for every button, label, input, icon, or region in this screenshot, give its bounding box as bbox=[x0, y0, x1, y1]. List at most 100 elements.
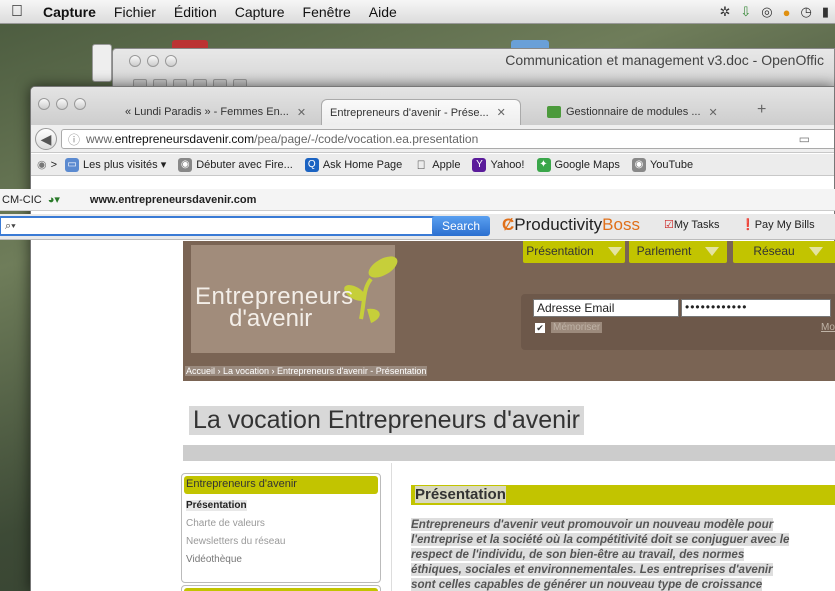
chevron-down-icon bbox=[607, 246, 622, 256]
section-body: Entrepreneurs d'avenir veut promouvoir u… bbox=[411, 517, 835, 591]
maps-icon: ✦ bbox=[536, 157, 551, 172]
pay-bills-button[interactable]: ❗Pay My Bills bbox=[741, 218, 815, 231]
remember-checkbox[interactable]: ✔ Mémoriser bbox=[535, 322, 603, 333]
nav-reseau[interactable]: Réseau bbox=[733, 241, 835, 263]
email-field[interactable]: Adresse Email bbox=[533, 299, 679, 317]
globe-icon: ◉ bbox=[631, 157, 646, 172]
search-toolbar: ⌕▾ Search ȻProductivityBoss ☑My Tasks ❗P… bbox=[0, 214, 835, 240]
breadcrumb-bar: Accueil › La vocation › Entrepreneurs d'… bbox=[183, 363, 835, 381]
tab-label: « Lundi Paradis » - Femmes En... bbox=[125, 106, 289, 118]
side-item-videotheque[interactable]: Vidéothèque bbox=[186, 554, 242, 565]
close-tab-icon[interactable]: ✕ bbox=[709, 106, 718, 119]
bookmark-ask[interactable]: Q Ask Home Page bbox=[304, 157, 403, 172]
site-info-icon[interactable]: ⓘ bbox=[68, 131, 80, 148]
section-heading-text: Présentation bbox=[415, 486, 506, 503]
menu-edition[interactable]: Édition bbox=[165, 4, 226, 20]
close-icon[interactable] bbox=[38, 98, 50, 110]
tray-app-icon[interactable]: ✲ bbox=[719, 4, 730, 20]
desktop-doc-icon[interactable] bbox=[92, 44, 112, 82]
tab-femmes-entrepreneurs[interactable]: « Lundi Paradis » - Femmes En... ✕ bbox=[117, 99, 315, 125]
bookmark-label: Apple bbox=[432, 158, 461, 171]
minimize-icon[interactable] bbox=[56, 98, 68, 110]
bookmark-plus-visites[interactable]: ▭ Les plus visités ▾ bbox=[65, 157, 166, 172]
menu-capture[interactable]: Capture bbox=[226, 4, 294, 20]
cmcic-label[interactable]: CM-CIC bbox=[2, 194, 42, 206]
checkbox-icon: ☑ bbox=[664, 219, 674, 231]
nav-label: Réseau bbox=[753, 244, 795, 258]
bookmark-apple[interactable]:  Apple bbox=[414, 158, 461, 172]
bookmark-label: Ask Home Page bbox=[322, 158, 403, 171]
close-tab-icon[interactable]: ✕ bbox=[297, 106, 306, 119]
url-domain: entrepreneursdavenir.com bbox=[114, 132, 255, 146]
back-arrow-icon[interactable]: ◀ bbox=[35, 128, 57, 150]
tray-timemachine-icon[interactable]: ◷ bbox=[801, 4, 812, 20]
productivityboss-logo[interactable]: ȻProductivityBoss bbox=[502, 215, 640, 235]
forgot-password-link[interactable]: Mot d bbox=[821, 322, 835, 333]
firefox-icon: ◉ bbox=[178, 157, 193, 172]
nav-parlement[interactable]: Parlement bbox=[629, 241, 727, 263]
reader-icon[interactable]: ▭ bbox=[799, 132, 810, 146]
bookmark-label: Débuter avec Fire... bbox=[196, 158, 293, 171]
side-menu-heading[interactable]: Entrepreneurs d'avenir bbox=[184, 476, 378, 494]
menu-aide[interactable]: Aide bbox=[360, 4, 406, 20]
brand-text: Productivity bbox=[514, 215, 603, 234]
search-input[interactable]: ⌕▾ bbox=[0, 216, 465, 236]
tab-bar: « Lundi Paradis » - Femmes En... ✕ Entrep… bbox=[31, 87, 834, 125]
site-logo[interactable]: Entrepreneurs d'avenir bbox=[191, 245, 398, 353]
cmcic-toolbar: CM-CIC ◕▾ www.entrepreneursdavenir.com bbox=[0, 189, 835, 211]
apple-icon:  bbox=[414, 158, 428, 172]
site-header: Entrepreneurs d'avenir Présentation Parl… bbox=[183, 241, 835, 363]
side-item-presentation[interactable]: Présentation bbox=[186, 500, 247, 511]
apple-menu-icon[interactable]:  bbox=[0, 3, 34, 21]
tray-display-icon[interactable]: ▮ bbox=[822, 4, 829, 20]
body-line: Entrepreneurs d'avenir veut promouvoir u… bbox=[411, 518, 774, 531]
my-tasks-button[interactable]: ☑My Tasks bbox=[664, 218, 720, 231]
bookmark-youtube[interactable]: ◉ YouTube bbox=[631, 157, 694, 172]
bookmarks-bar: ◉ > ▭ Les plus visités ▾ ◉ Débuter avec Fi… bbox=[31, 154, 834, 176]
body-line: éthiques, sociales et environnementales.… bbox=[411, 563, 773, 576]
bookmark-google-maps[interactable]: ✦ Google Maps bbox=[536, 157, 620, 172]
page-title: La vocation Entrepreneurs d'avenir bbox=[189, 406, 584, 435]
globe-icon[interactable]: ◉ bbox=[37, 158, 47, 171]
logo-line2: d'avenir bbox=[229, 305, 313, 332]
puzzle-icon bbox=[547, 106, 561, 118]
globe-dropdown-icon[interactable]: ◕▾ bbox=[48, 193, 60, 206]
tray-dropbox-icon[interactable]: ◎ bbox=[761, 4, 772, 20]
tray-circle-icon[interactable]: ● bbox=[783, 5, 791, 20]
openoffice-title: Communication et management v3.doc - Ope… bbox=[505, 52, 824, 68]
search-icon: ⌕▾ bbox=[5, 220, 16, 232]
column-divider bbox=[391, 463, 392, 591]
search-button[interactable]: Search bbox=[432, 216, 490, 236]
bookmark-debuter[interactable]: ◉ Débuter avec Fire... bbox=[178, 157, 293, 172]
url-path: /pea/page/-/code/vocation.ea.presentatio… bbox=[254, 132, 479, 146]
menu-app[interactable]: Capture bbox=[34, 4, 105, 20]
brand-icon: Ȼ bbox=[502, 215, 515, 234]
menu-tray: ✲ ⇩ ◎ ● ◷ ▮ bbox=[719, 0, 835, 24]
more-bookmarks-icon[interactable]: > bbox=[51, 159, 57, 171]
web-page: Entrepreneurs d'avenir Présentation Parl… bbox=[31, 241, 835, 591]
tray-download-icon[interactable]: ⇩ bbox=[740, 4, 751, 20]
menu-fenetre[interactable]: Fenêtre bbox=[294, 4, 360, 20]
side-menu: Entrepreneurs d'avenir Présentation Char… bbox=[181, 473, 381, 583]
cmcic-site[interactable]: www.entrepreneursdavenir.com bbox=[90, 194, 256, 206]
close-tab-icon[interactable]: ✕ bbox=[497, 106, 506, 119]
brand-text-accent: Boss bbox=[602, 215, 640, 234]
tab-gestionnaire-modules[interactable]: Gestionnaire de modules ... ✕ bbox=[539, 99, 745, 125]
side-item-newsletters[interactable]: Newsletters du réseau bbox=[186, 536, 286, 547]
new-tab-button[interactable]: + bbox=[757, 101, 766, 119]
firefox-window-controls bbox=[38, 98, 86, 110]
zoom-icon[interactable] bbox=[74, 98, 86, 110]
folder-icon: ▭ bbox=[65, 157, 80, 172]
bookmark-yahoo[interactable]: Y Yahoo! bbox=[472, 157, 525, 172]
breadcrumb[interactable]: Accueil › La vocation › Entrepreneurs d'… bbox=[185, 366, 428, 376]
side-menu-2 bbox=[181, 585, 381, 591]
bookmark-label: YouTube bbox=[649, 158, 694, 171]
menu-fichier[interactable]: Fichier bbox=[105, 4, 165, 20]
body-line: l'entreprise et la société où la compéti… bbox=[411, 533, 790, 546]
password-field[interactable]: •••••••••••• bbox=[681, 299, 831, 317]
tab-entrepreneurs-davenir[interactable]: Entrepreneurs d'avenir - Prése... ✕ bbox=[321, 99, 521, 125]
url-bar[interactable]: ⓘ www. entrepreneursdavenir.com/pea/page/… bbox=[61, 129, 834, 149]
chevron-down-icon bbox=[808, 246, 823, 256]
nav-presentation[interactable]: Présentation bbox=[523, 241, 625, 263]
side-item-charte[interactable]: Charte de valeurs bbox=[186, 518, 265, 529]
